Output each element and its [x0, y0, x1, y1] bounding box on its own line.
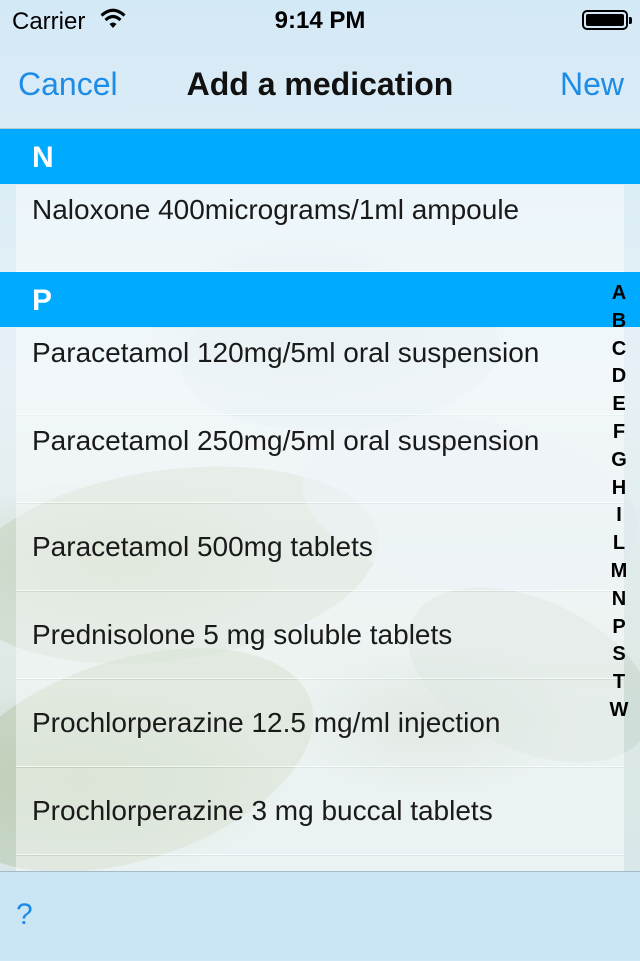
- medication-row[interactable]: [16, 856, 624, 871]
- section-letter: N: [32, 141, 54, 174]
- section-index[interactable]: ABCDEFGHILMNPSTW: [602, 280, 636, 725]
- medication-name: Prochlorperazine 3 mg buccal tablets: [32, 795, 493, 826]
- medication-name: Naloxone 400micrograms/1ml ampoule: [32, 194, 520, 225]
- index-letter-t[interactable]: T: [602, 669, 636, 697]
- medication-row[interactable]: Prochlorperazine 12.5 mg/ml injection: [16, 680, 624, 767]
- section-header-n: N: [0, 129, 640, 184]
- battery-icon: [582, 10, 632, 30]
- page-title: Add a medication: [186, 66, 454, 102]
- medication-row[interactable]: Paracetamol 120mg/5ml oral suspension: [16, 328, 624, 415]
- index-letter-s[interactable]: S: [602, 641, 636, 669]
- help-button[interactable]: ?: [16, 898, 33, 932]
- medication-name: Prochlorperazine 12.5 mg/ml injection: [32, 707, 501, 738]
- index-letter-f[interactable]: F: [602, 419, 636, 447]
- section-header-p: P: [0, 272, 640, 327]
- status-time: 9:14 PM: [274, 7, 366, 34]
- medication-row[interactable]: Naloxone 400micrograms/1ml ampoule: [16, 185, 624, 272]
- index-letter-m[interactable]: M: [602, 558, 636, 586]
- medication-list[interactable]: N Naloxone 400micrograms/1ml ampoule P P…: [0, 129, 640, 871]
- index-letter-n[interactable]: N: [602, 586, 636, 614]
- medication-row[interactable]: Prednisolone 5 mg soluble tablets: [16, 592, 624, 679]
- medication-row[interactable]: Prochlorperazine 3 mg buccal tablets: [16, 768, 624, 855]
- index-letter-w[interactable]: W: [602, 697, 636, 725]
- status-bar: Carrier 9:14 PM: [0, 0, 640, 40]
- index-letter-a[interactable]: A: [602, 280, 636, 308]
- navigation-bar: Cancel Add a medication New: [0, 40, 640, 129]
- medication-row[interactable]: Paracetamol 500mg tablets: [16, 504, 624, 591]
- new-button[interactable]: New: [560, 66, 624, 103]
- medication-name: Prednisolone 5 mg soluble tablets: [32, 619, 453, 650]
- index-letter-b[interactable]: B: [602, 308, 636, 336]
- index-letter-d[interactable]: D: [602, 363, 636, 391]
- index-letter-c[interactable]: C: [602, 336, 636, 364]
- section-letter: P: [32, 284, 53, 317]
- index-letter-l[interactable]: L: [602, 530, 636, 558]
- medication-name: Paracetamol 500mg tablets: [32, 531, 373, 562]
- index-letter-h[interactable]: H: [602, 475, 636, 503]
- medication-row[interactable]: Paracetamol 250mg/5ml oral suspension: [16, 416, 624, 503]
- index-letter-p[interactable]: P: [602, 614, 636, 642]
- medication-name: Paracetamol 120mg/5ml oral suspension: [32, 337, 540, 368]
- index-letter-g[interactable]: G: [602, 447, 636, 475]
- medication-name: Paracetamol 250mg/5ml oral suspension: [32, 425, 540, 456]
- index-letter-e[interactable]: E: [602, 391, 636, 419]
- bottom-toolbar: ?: [0, 871, 640, 961]
- index-letter-i[interactable]: I: [602, 502, 636, 530]
